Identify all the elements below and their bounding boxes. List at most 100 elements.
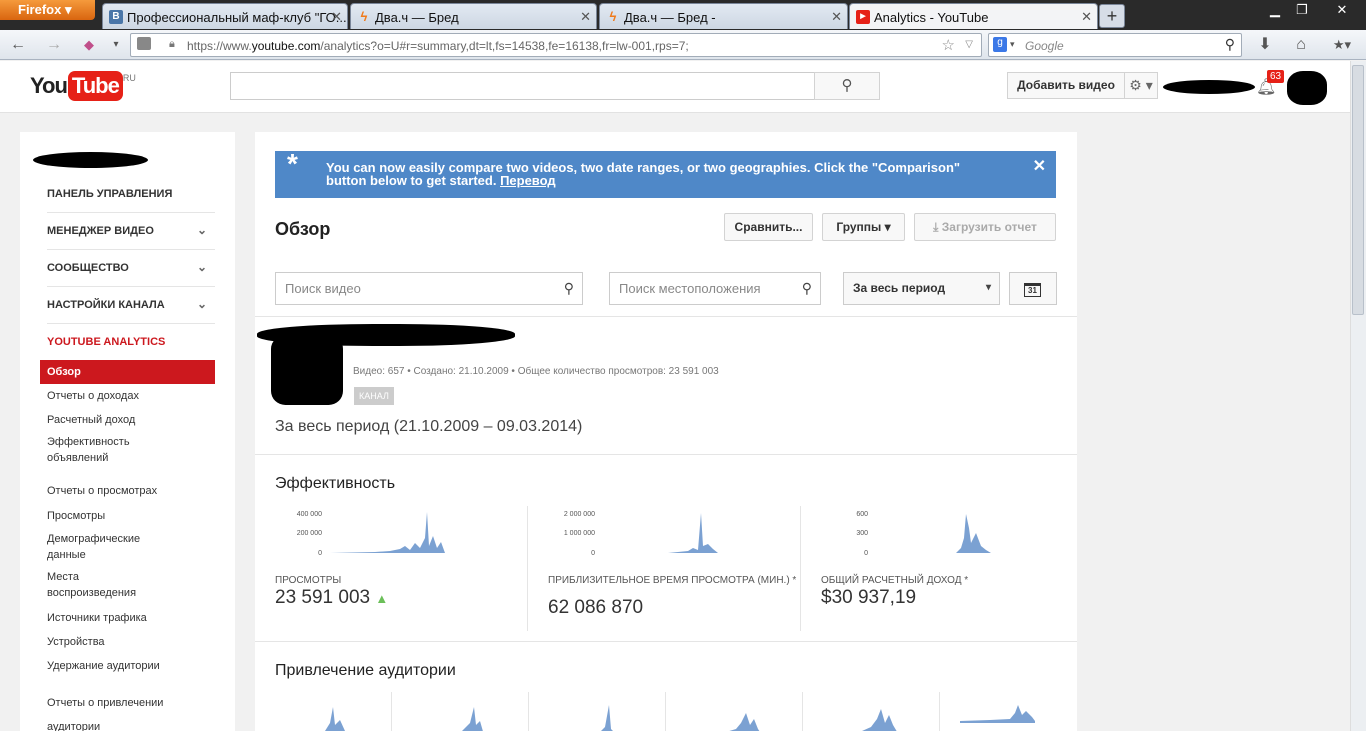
- sidebar-item-demographics[interactable]: Демографические данные: [47, 531, 147, 563]
- tab-title: Два.ч — Бред: [375, 10, 459, 25]
- banner-text: You can now easily compare two videos, t…: [326, 160, 961, 188]
- groups-button[interactable]: Группы ▾: [822, 213, 905, 241]
- browser-tab-bar: Firefox ▾ В Профессиональный маф-клуб "Г…: [0, 0, 1366, 30]
- y-tick-label: 400 000: [297, 511, 322, 518]
- download-report-label: Загрузить отчет: [941, 220, 1037, 234]
- revenue-sparkline: 600 300 0: [856, 511, 991, 557]
- youtube-search-button[interactable]: ⚲: [814, 72, 880, 100]
- browser-tab[interactable]: ϟ Два.ч — Бред - ✕: [599, 3, 848, 29]
- divider: [939, 692, 940, 731]
- addon-icon[interactable]: ◆: [78, 35, 100, 55]
- redacted-avatar[interactable]: [1287, 71, 1327, 105]
- channel-meta: Видео: 657 • Создано: 21.10.2009 • Общее…: [353, 366, 719, 377]
- sidebar-item-devices[interactable]: Устройства: [47, 634, 207, 650]
- download-report-button[interactable]: ⤓ Загрузить отчет: [914, 213, 1056, 241]
- sidebar-item-dashboard[interactable]: ПАНЕЛЬ УПРАВЛЕНИЯ: [47, 188, 172, 200]
- scrollbar-thumb[interactable]: [1352, 65, 1364, 315]
- download-icon[interactable]: ⬇: [1254, 35, 1276, 55]
- page-viewport: You Tube RU ⚲ Добавить видео ⚙ ▾ 🔔︎ 63 ПАН…: [0, 61, 1366, 731]
- upload-video-button[interactable]: Добавить видео: [1007, 72, 1125, 99]
- engine-dropdown-icon[interactable]: ▾: [1010, 39, 1015, 50]
- browser-tab[interactable]: В Профессиональный маф-клуб "ГО... ✕: [102, 3, 348, 29]
- firefox-menu-button[interactable]: Firefox ▾: [0, 0, 95, 20]
- download-icon: ⤓: [933, 220, 939, 234]
- divider: [255, 316, 1077, 317]
- banner-translate-link[interactable]: Перевод: [500, 173, 556, 188]
- search-icon[interactable]: ⚲: [1225, 36, 1235, 53]
- bookmarks-menu-icon[interactable]: ★▾: [1326, 35, 1358, 55]
- engagement-sparkline: [462, 707, 483, 731]
- chevron-down-icon: ⌄: [197, 297, 208, 311]
- location-search-input[interactable]: Поиск местоположения ⚲: [609, 272, 821, 305]
- close-icon[interactable]: ✕: [1033, 159, 1046, 175]
- restore-icon[interactable]: ❐: [1290, 1, 1314, 19]
- history-dropdown-icon[interactable]: ▾: [105, 35, 127, 55]
- back-icon[interactable]: ←: [7, 35, 29, 55]
- chevron-down-icon: ⌄: [197, 223, 208, 237]
- sidebar-item-estimated-revenue[interactable]: Расчетный доход: [47, 412, 207, 428]
- tab-close-icon[interactable]: ✕: [331, 9, 342, 25]
- google-icon: g: [993, 37, 1007, 52]
- sidebar-group-engagement[interactable]: Отчеты о привлечении аудитории: [47, 691, 187, 731]
- youtube-logo[interactable]: You Tube RU: [30, 71, 136, 103]
- metric-revenue[interactable]: 600 300 0 ОБЩИЙ РАСЧЕТНЫЙ ДОХОД * $30 93…: [821, 508, 1081, 633]
- divider: [255, 641, 1077, 642]
- forward-icon[interactable]: →: [43, 35, 65, 55]
- sidebar-item-channel-settings[interactable]: НАСТРОЙКИ КАНАЛА ⌄: [47, 297, 215, 311]
- sparkline-area: [729, 713, 760, 731]
- compare-button[interactable]: Сравнить...: [724, 213, 813, 241]
- youtube-search-input[interactable]: [230, 72, 815, 100]
- minimize-icon[interactable]: ▁: [1263, 1, 1287, 19]
- engagement-sparkline: [729, 713, 760, 731]
- sidebar-item-overview[interactable]: Обзор: [40, 360, 215, 384]
- calendar-button[interactable]: 31: [1009, 272, 1057, 305]
- chevron-down-icon: ⌄: [197, 260, 208, 274]
- search-icon: ⚲: [841, 77, 853, 94]
- new-tab-button[interactable]: +: [1099, 4, 1125, 28]
- engagement-title: Привлечение аудитории: [275, 662, 456, 679]
- settings-button[interactable]: ⚙ ▾: [1124, 72, 1158, 99]
- sidebar-item-video-manager[interactable]: МЕНЕДЖЕР ВИДЕО ⌄: [47, 223, 215, 237]
- y-tick-label: 0: [864, 550, 868, 557]
- sidebar-item-community[interactable]: СООБЩЕСТВО ⌄: [47, 260, 215, 274]
- y-tick-label: 1 000 000: [564, 530, 595, 537]
- sidebar-item-revenue-reports[interactable]: Отчеты о доходах: [47, 388, 207, 404]
- video-search-input[interactable]: Поиск видео ⚲: [275, 272, 583, 305]
- engagement-sparkline: [862, 709, 897, 731]
- revenue-area: [876, 514, 991, 553]
- sidebar-item-traffic-sources[interactable]: Источники трафика: [47, 610, 207, 626]
- sidebar-item-analytics[interactable]: YOUTUBE ANALYTICS: [47, 336, 165, 348]
- url-dropdown-icon[interactable]: ▽: [965, 39, 973, 50]
- sidebar-group-views[interactable]: Отчеты о просмотрах: [47, 485, 157, 497]
- home-icon[interactable]: ⌂: [1290, 35, 1312, 55]
- sidebar-item-playback-locations[interactable]: Места воспроизведения: [47, 569, 147, 601]
- sidebar-item-label: МЕНЕДЖЕР ВИДЕО: [47, 225, 154, 237]
- tab-close-icon[interactable]: ✕: [580, 9, 591, 25]
- sparkline-area: [601, 705, 613, 731]
- sparkline-area: [960, 705, 1035, 723]
- search-icon: ⚲: [563, 280, 574, 296]
- y-tick-label: 0: [591, 550, 595, 557]
- views-value: 23 591 003: [275, 587, 371, 608]
- metric-views[interactable]: 400 000 200 000 0 ПРОСМОТРЫ 23 591 003 ▲: [275, 508, 535, 633]
- y-tick-label: 2 000 000: [564, 511, 595, 518]
- metric-watch-time[interactable]: 2 000 000 1 000 000 0 ПРИБЛИЗИТЕЛЬНОЕ ВР…: [548, 508, 808, 633]
- sidebar-item-audience-retention[interactable]: Удержание аудитории: [47, 658, 207, 674]
- browser-search-box[interactable]: g ▾ Google ⚲: [988, 33, 1242, 57]
- url-bar[interactable]: 🔒︎ https://www.youtube.com/analytics?o=U…: [130, 33, 982, 57]
- groups-button-label: Группы: [836, 220, 882, 234]
- sidebar-item-views[interactable]: Просмотры: [47, 508, 207, 524]
- browser-tab-active[interactable]: ▶ Analytics - YouTube ✕: [849, 3, 1098, 29]
- page-icon: [137, 37, 151, 50]
- tab-close-icon[interactable]: ✕: [1081, 9, 1092, 25]
- period-select[interactable]: За весь период ▾: [843, 272, 1000, 305]
- youtube-header: You Tube RU ⚲ Добавить видео ⚙ ▾ 🔔︎ 63: [0, 61, 1350, 113]
- notification-badge: 63: [1267, 70, 1285, 83]
- search-icon: ⚲: [801, 280, 812, 296]
- browser-tab[interactable]: ϟ Два.ч — Бред ✕: [350, 3, 597, 29]
- bookmark-star-icon[interactable]: ☆: [942, 36, 955, 54]
- tab-close-icon[interactable]: ✕: [831, 9, 842, 25]
- period-text: За весь период (21.10.2009 – 09.03.2014): [275, 418, 583, 435]
- sidebar-item-ad-performance[interactable]: Эффективность объявлений: [47, 434, 142, 466]
- window-close-icon[interactable]: ✕: [1330, 1, 1354, 19]
